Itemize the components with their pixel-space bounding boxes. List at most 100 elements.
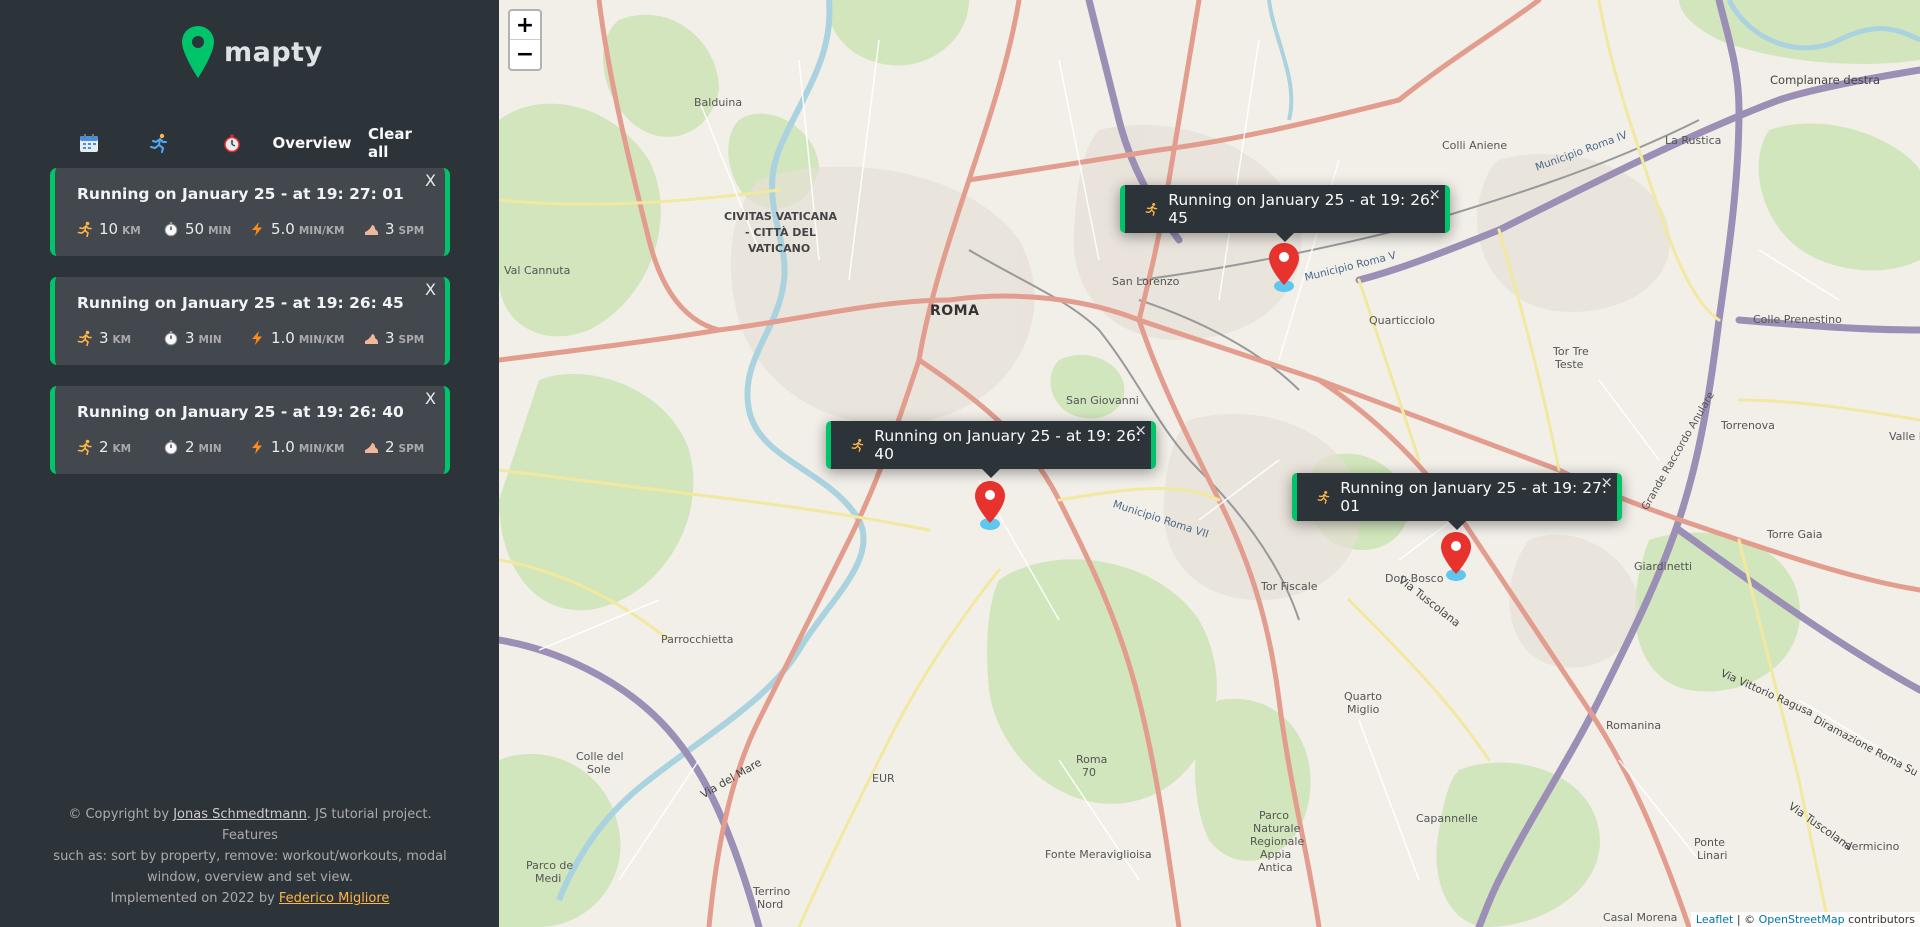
map-label-romanina: Romanina [1606, 719, 1662, 732]
map[interactable]: ROMA CIVITAS VATICANA - CITTÀ DEL VATICA… [499, 0, 1920, 927]
copyright-line3: window, overview and set view. [146, 870, 354, 885]
workout-remove-button[interactable]: X [425, 280, 436, 299]
workout-remove-button[interactable]: X [425, 171, 436, 190]
workout-item[interactable]: Running on January 25 - at 19: 26: 45 X … [50, 277, 450, 365]
workout-list: Running on January 25 - at 19: 27: 01 X … [50, 168, 450, 495]
workout-details: 10 KM 50 MIN 5.0 MIN/KM 3 SPM [77, 220, 437, 240]
lightning-icon [252, 440, 262, 454]
foot-icon [365, 225, 378, 235]
map-label-vaticano-3: VATICANO [748, 242, 811, 255]
workout-popup[interactable]: Running on January 25 - at 19: 26: 40 × [826, 421, 1156, 478]
duration-unit: MIN [208, 225, 232, 237]
distance-unit: KM [112, 443, 132, 455]
map-label-roma: ROMA [930, 303, 980, 319]
location-marker-icon[interactable] [1266, 241, 1302, 293]
sort-by-date-button[interactable] [77, 128, 101, 158]
stopwatch-icon [224, 134, 240, 153]
cadence-value: 3 [385, 220, 395, 238]
map-label-torre-gaia: Torre Gaia [1767, 528, 1823, 541]
sort-by-type-button[interactable] [147, 128, 171, 158]
popup-close-button[interactable]: × [1428, 185, 1441, 203]
cadence-value: 3 [385, 329, 395, 347]
popup-close-button[interactable]: × [1134, 421, 1147, 439]
duration-value: 50 [185, 220, 205, 238]
runner-icon [1145, 202, 1158, 216]
workout-popup[interactable]: Running on January 25 - at 19: 26: 45 × [1120, 185, 1450, 242]
overview-label: Overview [272, 134, 352, 152]
map-label-colle-prenestino: Colle Prenestino [1753, 313, 1842, 326]
workout-title: Running on January 25 - at 19: 26: 45 [77, 294, 404, 312]
map-label-san-lorenzo: San Lorenzo [1112, 275, 1180, 288]
map-label-eur: EUR [872, 772, 895, 785]
workout-remove-button[interactable]: X [425, 389, 436, 408]
map-label-roma70-2: 70 [1082, 766, 1096, 779]
overview-button[interactable]: Overview [272, 128, 352, 158]
map-label-parco-1: Parco [1259, 809, 1289, 822]
zoom-control: + − [508, 9, 542, 71]
pace-value: 5.0 [271, 220, 295, 238]
map-label-parco-medi-2: Medi [535, 872, 562, 885]
map-label-parco-5: Antica [1258, 861, 1293, 874]
popup-tip [1447, 520, 1467, 530]
popup-close-button[interactable]: × [1600, 473, 1613, 491]
map-label-terrino-1: Terrino [753, 885, 791, 898]
workout-item[interactable]: Running on January 25 - at 19: 27: 01 X … [50, 168, 450, 256]
map-label-terrino-2: Nord [757, 898, 784, 911]
cadence-unit: SPM [398, 334, 425, 346]
foot-icon [365, 443, 378, 453]
map-label-balduina: Balduina [694, 96, 743, 109]
location-pin-logo-icon [182, 26, 214, 78]
lightning-icon [252, 331, 262, 345]
attribution-contributors: contributors [1844, 913, 1915, 926]
map-label-tor-tre-teste-1: Tor Tre [1553, 345, 1589, 358]
stopwatch-icon [164, 331, 178, 346]
runner-icon [77, 221, 92, 237]
popup-text: Running on January 25 - at 19: 26: 45 [1168, 191, 1436, 227]
runner-icon [851, 438, 864, 452]
sort-by-duration-button[interactable] [220, 128, 244, 158]
duration-value: 2 [185, 438, 195, 456]
map-label-ponte-linari-1: Ponte [1694, 836, 1726, 849]
zoom-out-button[interactable]: − [510, 40, 540, 69]
map-label-quarticciolo: Quarticciolo [1369, 314, 1435, 327]
sidebar: mapty Overview Clear all Running on Janu… [0, 0, 499, 927]
workout-popup[interactable]: Running on January 25 - at 19: 27: 01 × [1292, 473, 1622, 530]
implementer-link[interactable]: Federico Migliore [279, 891, 390, 906]
map-label-vaticano-2: - CITTÀ DEL [745, 226, 816, 239]
workout-item[interactable]: Running on January 25 - at 19: 26: 40 X … [50, 386, 450, 474]
author-link[interactable]: Jonas Schmedtmann [173, 807, 307, 822]
clear-all-button[interactable]: Clear all [368, 125, 434, 161]
map-label-tor-fiscale: Tor Fiscale [1261, 580, 1318, 593]
map-label-fonte: Fonte Meraviglioisa [1045, 848, 1152, 861]
distance-unit: KM [122, 225, 141, 237]
duration-detail: 2 MIN [163, 438, 222, 456]
pace-detail: 1.0 MIN/KM [249, 329, 344, 347]
map-label-parrocchietta: Parrocchietta [661, 633, 734, 646]
workout-title: Running on January 25 - at 19: 26: 40 [77, 403, 404, 421]
distance-value: 3 [99, 329, 109, 347]
cadence-detail: 3 SPM [363, 329, 424, 347]
runner-icon [77, 330, 92, 346]
location-marker-icon[interactable] [1438, 530, 1474, 582]
openstreetmap-link[interactable]: OpenStreetMap [1759, 913, 1845, 926]
logo: mapty [182, 26, 323, 78]
pace-unit: MIN/KM [298, 334, 345, 346]
cadence-value: 2 [385, 438, 395, 456]
map-label-parco-2: Naturale [1253, 822, 1301, 835]
map-attribution: Leaflet | © OpenStreetMap contributors [1690, 912, 1920, 927]
distance-detail: 2 KM [77, 438, 131, 456]
map-label-colli-aniene: Colli Aniene [1442, 139, 1508, 152]
distance-value: 2 [99, 438, 109, 456]
map-label-casal-morena: Casal Morena [1603, 911, 1678, 924]
map-label-ponte-linari-2: Linari [1697, 849, 1728, 862]
map-label-torrenova: Torrenova [1721, 419, 1775, 432]
attribution-separator: | © [1733, 913, 1759, 926]
map-label-parco-medi-1: Parco de [526, 859, 574, 872]
leaflet-link[interactable]: Leaflet [1696, 913, 1733, 926]
zoom-in-button[interactable]: + [510, 11, 540, 40]
location-marker-icon[interactable] [972, 479, 1008, 531]
map-label-colle-del-sole-1: Colle del [576, 750, 624, 763]
workout-details: 3 KM 3 MIN 1.0 MIN/KM 3 SPM [77, 329, 437, 349]
duration-value: 3 [185, 329, 195, 347]
cadence-detail: 3 SPM [363, 220, 424, 238]
